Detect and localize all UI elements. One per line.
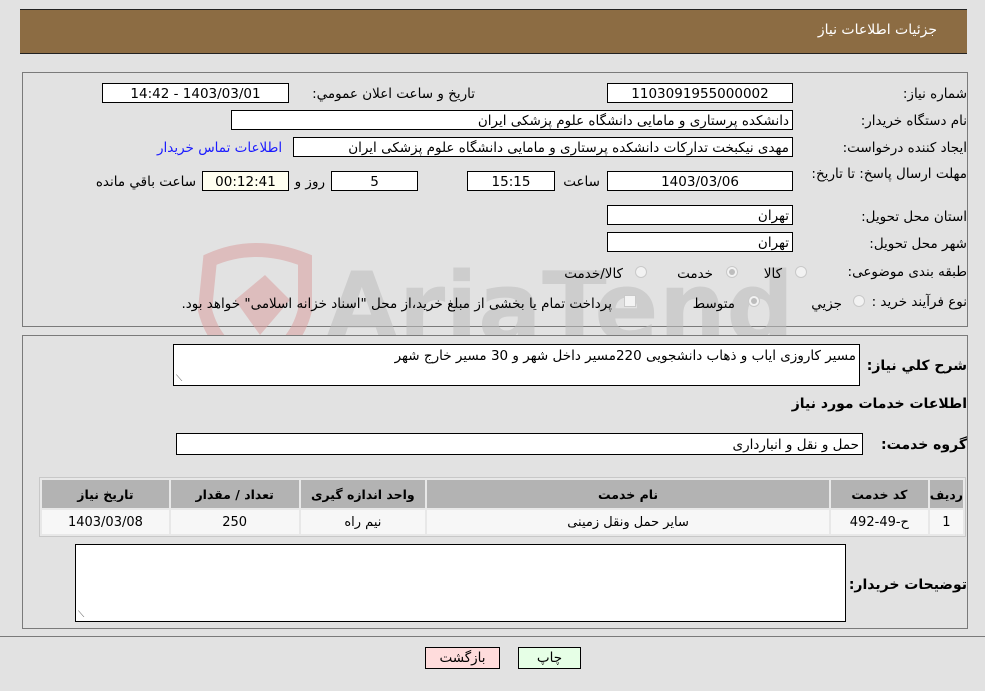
- col-unit: واحد اندازه گیری: [300, 480, 426, 508]
- city-field: تهران: [607, 232, 793, 252]
- city-label: شهر محل تحویل:: [869, 236, 967, 252]
- col-quantity: تعداد / مقدار: [170, 480, 299, 508]
- treasury-note: پرداخت تمام یا بخشی از مبلغ خرید،از محل …: [181, 296, 612, 312]
- print-button[interactable]: چاپ: [518, 647, 581, 669]
- need-number-label: شماره نیاز:: [902, 86, 967, 102]
- table-row: 1 ح-49-492 سایر حمل ونقل زمینی نیم راه 2…: [42, 510, 963, 534]
- service-group-label: گروه خدمت:: [881, 437, 967, 453]
- page-header: جزئیات اطلاعات نیاز: [20, 9, 967, 54]
- category-option-goods: کالا: [763, 266, 782, 282]
- cell-quantity: 250: [170, 510, 299, 534]
- process-radio-minor[interactable]: [853, 295, 865, 307]
- province-label: استان محل تحویل:: [861, 209, 967, 225]
- cell-service-name: سایر حمل ونقل زمینی: [427, 510, 829, 534]
- footer-divider: [0, 636, 985, 637]
- process-radio-medium[interactable]: [748, 295, 760, 307]
- resize-grip-icon[interactable]: ⟋: [78, 611, 84, 620]
- remaining-label: ساعت باقي مانده: [95, 174, 196, 190]
- category-radio-service[interactable]: [726, 266, 738, 278]
- category-option-goods-service: کالا/خدمت: [564, 266, 623, 282]
- treasury-checkbox[interactable]: [624, 295, 636, 307]
- cell-unit: نیم راه: [300, 510, 426, 534]
- description-textarea[interactable]: مسیر کاروزی ایاب و ذهاب دانشجویی 220مسیر…: [173, 344, 860, 386]
- buyer-notes-textarea[interactable]: ⟋: [75, 544, 846, 622]
- back-button[interactable]: بازگشت: [425, 647, 500, 669]
- purchase-process-label: نوع فرآیند خرید :: [871, 294, 967, 310]
- category-radio-goods-service[interactable]: [635, 266, 647, 278]
- category-radio-goods[interactable]: [795, 266, 807, 278]
- category-option-service: خدمت: [677, 266, 713, 282]
- deadline-time-label: ساعت: [563, 174, 600, 190]
- services-table: ردیف کد خدمت نام خدمت واحد اندازه گیری ت…: [39, 477, 966, 537]
- need-number-field: 1103091955000002: [607, 83, 793, 103]
- col-row-number: ردیف: [929, 480, 963, 508]
- description-text: مسیر کاروزی ایاب و ذهاب دانشجویی 220مسیر…: [394, 348, 856, 364]
- announce-datetime-label: تاريخ و ساعت اعلان عمومي:: [312, 86, 475, 102]
- cell-service-code: ح-49-492: [830, 510, 928, 534]
- deadline-time-field: 15:15: [467, 171, 555, 191]
- cell-row-number: 1: [929, 510, 963, 534]
- requester-label: ایجاد کننده درخواست:: [842, 140, 967, 156]
- buyer-contact-link[interactable]: اطلاعات تماس خریدار: [157, 140, 282, 156]
- service-group-field: حمل و نقل و انبارداری: [176, 433, 863, 455]
- province-field: تهران: [607, 205, 793, 225]
- page-title: جزئیات اطلاعات نیاز: [817, 22, 937, 38]
- process-option-minor: جزيي: [811, 296, 842, 312]
- col-need-date: تاریخ نیاز: [42, 480, 169, 508]
- deadline-label: مهلت ارسال پاسخ: تا تاریخ:: [811, 166, 967, 182]
- process-option-medium: متوسط: [692, 296, 735, 312]
- deadline-date-field: 1403/03/06: [607, 171, 793, 191]
- remaining-time-field: 00:12:41: [202, 171, 289, 191]
- category-label: طبقه بندی موضوعی:: [847, 264, 967, 280]
- table-header-row: ردیف کد خدمت نام خدمت واحد اندازه گیری ت…: [42, 480, 963, 508]
- days-field: 5: [331, 171, 418, 191]
- announce-datetime-field: 1403/03/01 - 14:42: [102, 83, 289, 103]
- resize-grip-icon[interactable]: ⟋: [176, 375, 182, 384]
- buyer-notes-label: توضیحات خریدار:: [848, 577, 967, 593]
- services-section-title: اطلاعات خدمات مورد نیاز: [791, 396, 967, 412]
- days-label: روز و: [294, 174, 325, 190]
- buyer-org-field: دانشکده پرستاری و مامایی دانشگاه علوم پز…: [231, 110, 793, 130]
- col-service-code: کد خدمت: [830, 480, 928, 508]
- cell-need-date: 1403/03/08: [42, 510, 169, 534]
- col-service-name: نام خدمت: [427, 480, 829, 508]
- requester-field: مهدی نیکبخت تدارکات دانشکده پرستاری و ما…: [293, 137, 793, 157]
- buyer-org-label: نام دستگاه خریدار:: [860, 113, 967, 129]
- description-label: شرح کلي نياز:: [866, 358, 967, 374]
